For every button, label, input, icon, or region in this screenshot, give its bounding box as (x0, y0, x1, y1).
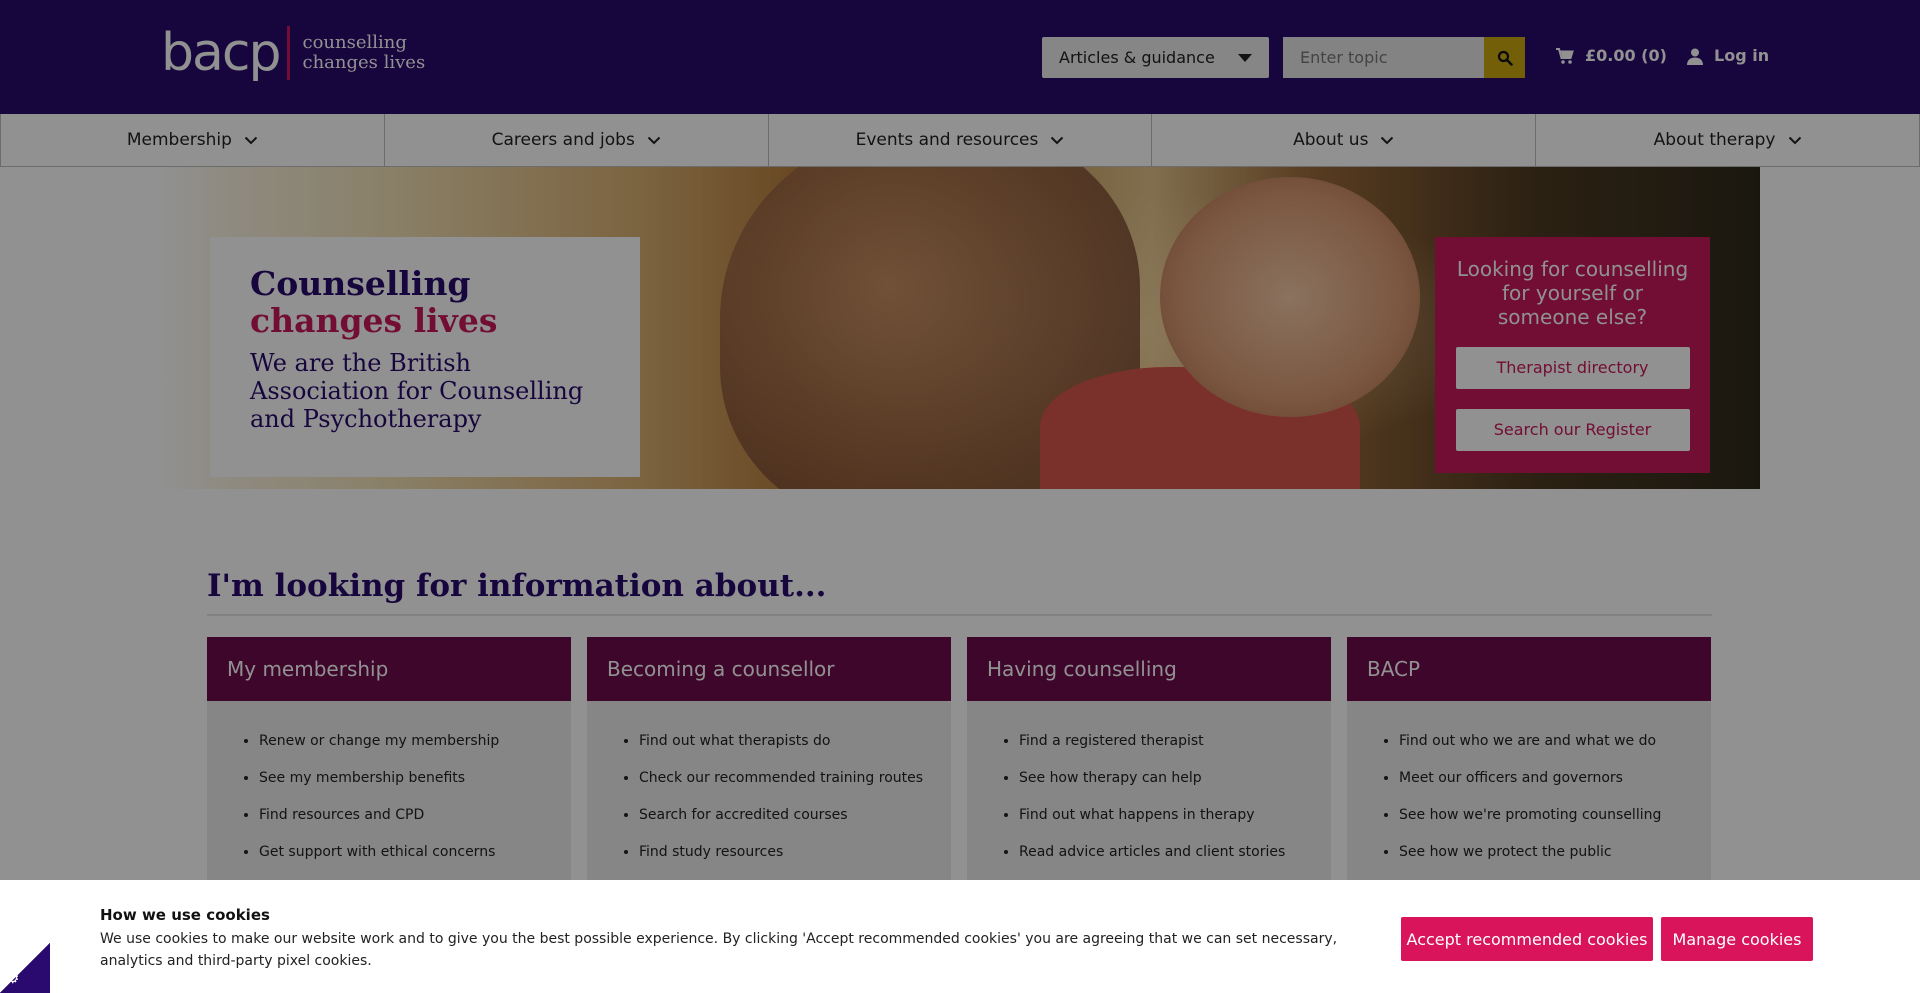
card-link[interactable]: Find study resources (639, 834, 951, 871)
chevron-down-icon (1050, 136, 1064, 145)
logo-tagline-line1: counselling (302, 32, 407, 53)
card-link[interactable]: Find a registered therapist (1019, 723, 1331, 760)
main-nav: Membership Careers and jobs Events and r… (0, 114, 1920, 167)
logo-tagline: counselling changes lives (302, 33, 425, 73)
site-section-select-value: Articles & guidance (1059, 48, 1215, 67)
card-link[interactable]: See how we're promoting counselling (1399, 797, 1711, 834)
caret-down-icon (1238, 54, 1252, 62)
site-section-select[interactable]: Articles & guidance (1042, 37, 1269, 78)
card-link[interactable]: See my membership benefits (259, 760, 571, 797)
accept-cookies-button[interactable]: Accept recommended cookies (1401, 917, 1653, 961)
nav-item-label: Membership (126, 130, 232, 150)
search-button[interactable] (1484, 37, 1525, 78)
card-link[interactable]: Meet our officers and governors (1399, 760, 1711, 797)
search-register-button[interactable]: Search our Register (1455, 409, 1690, 451)
login-label: Log in (1714, 46, 1770, 65)
counselling-cta-card: Looking for counselling for yourself or … (1435, 237, 1710, 473)
search-input[interactable] (1283, 37, 1484, 78)
gear-icon: ⚙ (6, 969, 20, 987)
logo-tagline-line2: changes lives (302, 52, 426, 73)
card-title: BACP (1347, 637, 1711, 701)
card-link[interactable]: Find out who we are and what we do (1399, 723, 1711, 760)
search-icon (1497, 50, 1513, 66)
card-title: Becoming a counsellor (587, 637, 951, 701)
chevron-down-icon (244, 136, 258, 145)
info-section-title: I'm looking for information about... (207, 568, 827, 604)
card-link-list: Renew or change my membership See my mem… (207, 701, 571, 908)
chevron-down-icon (1380, 136, 1394, 145)
hero-title: Counselling changes lives (250, 265, 600, 339)
cta-title: Looking for counselling for yourself or … (1456, 257, 1689, 329)
hero-image-child (1160, 177, 1420, 417)
user-icon (1686, 47, 1704, 65)
cart-icon (1555, 47, 1575, 65)
card-link[interactable]: Find resources and CPD (259, 797, 571, 834)
nav-item-label: Careers and jobs (491, 130, 635, 150)
hero-subtitle: We are the British Association for Couns… (250, 349, 584, 433)
card-link[interactable]: Find out what therapists do (639, 723, 951, 760)
card-link[interactable]: Check our recommended training routes (639, 760, 951, 797)
chevron-down-icon (1788, 136, 1802, 145)
nav-item-membership[interactable]: Membership (0, 114, 385, 166)
logo-wordmark: bacp (161, 23, 281, 83)
card-link[interactable]: See how we protect the public (1399, 834, 1711, 871)
card-link-list: Find a registered therapist See how ther… (967, 701, 1331, 908)
cookie-title: How we use cookies (100, 906, 270, 924)
card-link[interactable]: See how therapy can help (1019, 760, 1331, 797)
hero-title-accent: changes lives (250, 301, 498, 340)
nav-item-about-therapy[interactable]: About therapy (1536, 114, 1920, 166)
section-divider (207, 614, 1712, 616)
cookie-text: We use cookies to make our website work … (100, 931, 1338, 969)
card-link[interactable]: Read advice articles and client stories (1019, 834, 1331, 871)
manage-cookies-button[interactable]: Manage cookies (1661, 917, 1813, 961)
card-title: Having counselling (967, 637, 1331, 701)
card-title: My membership (207, 637, 571, 701)
site-header: bacp counselling changes lives Articles … (0, 0, 1920, 114)
card-link[interactable]: Get support with ethical concerns (259, 834, 571, 871)
nav-item-events-and-resources[interactable]: Events and resources (769, 114, 1153, 166)
card-link[interactable]: Search for accredited courses (639, 797, 951, 834)
card-link-list: Find out who we are and what we do Meet … (1347, 701, 1711, 908)
card-link[interactable]: Renew or change my membership (259, 723, 571, 760)
nav-item-label: Events and resources (855, 130, 1039, 150)
bacp-logo[interactable]: bacp counselling changes lives (161, 26, 425, 80)
basket-total: £0.00 (0) (1585, 46, 1667, 65)
therapist-directory-button[interactable]: Therapist directory (1455, 347, 1690, 389)
hero-banner: Counselling changes lives We are the Bri… (160, 167, 1760, 489)
chevron-down-icon (647, 136, 661, 145)
login-link[interactable]: Log in (1686, 46, 1769, 65)
logo-divider (287, 26, 291, 80)
nav-item-label: About us (1293, 130, 1369, 150)
basket-link[interactable]: £0.00 (0) (1555, 46, 1667, 65)
card-link-list: Find out what therapists do Check our re… (587, 701, 951, 908)
nav-item-careers-and-jobs[interactable]: Careers and jobs (385, 114, 769, 166)
hero-text-panel: Counselling changes lives We are the Bri… (210, 237, 640, 477)
card-link[interactable]: Find out what happens in therapy (1019, 797, 1331, 834)
nav-item-label: About therapy (1653, 130, 1776, 150)
nav-item-about-us[interactable]: About us (1152, 114, 1537, 166)
hero-title-main: Counselling (250, 264, 471, 303)
cookie-settings-tab[interactable]: ⚙ (0, 943, 50, 993)
